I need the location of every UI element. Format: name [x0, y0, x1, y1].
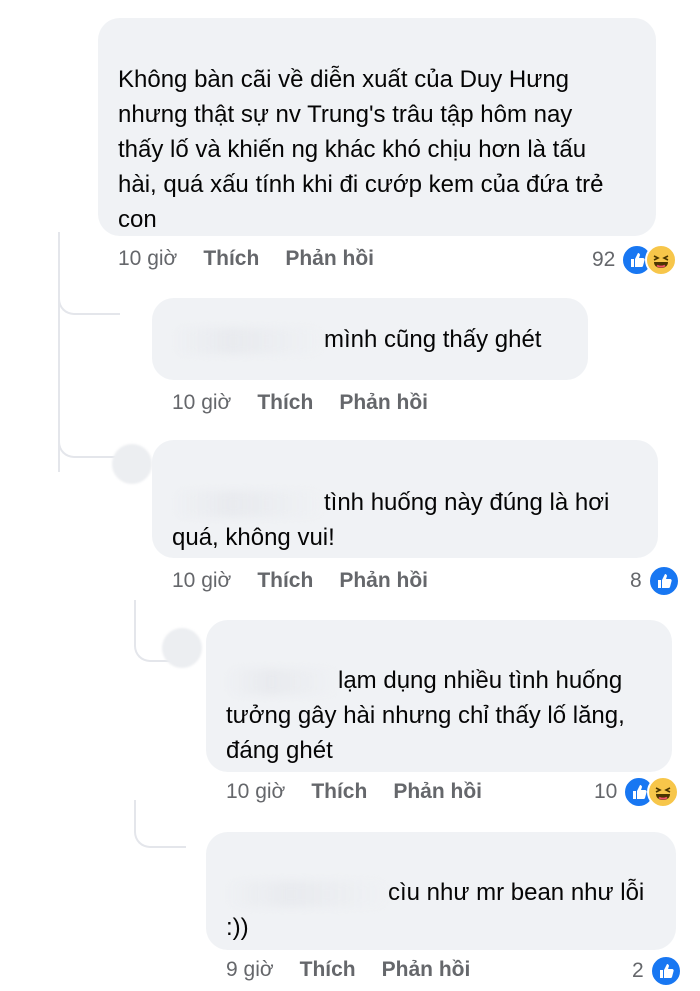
reply-button[interactable]: Phản hồi — [285, 247, 374, 271]
comment-time[interactable]: 10 giờ — [226, 780, 285, 804]
like-button[interactable]: Thích — [203, 247, 259, 271]
reaction-summary[interactable]: 10 — [594, 776, 680, 808]
comment-text-line: tưởng gây hài nhưng chỉ thấy lố lăng, — [226, 702, 625, 729]
comment-text-line: Không bàn cãi về diễn xuất của Duy Hưng — [118, 66, 570, 93]
comment-bubble: mình cũng thấy ghét — [152, 298, 588, 380]
comment-bubble: cìu như mr bean như lỗi :)) — [206, 832, 676, 950]
reaction-summary[interactable]: 2 — [632, 955, 682, 987]
comment-actions: 10 giờ Thích Phản hồi — [226, 780, 482, 804]
comment-text-line: hài, quá xấu tính khi đi cướp kem của đứ… — [118, 171, 604, 198]
comment-text-line: tình huống này đúng là hơi — [324, 489, 610, 516]
avatar[interactable] — [162, 628, 202, 668]
comment-text-line: nhưng thật sự nv Trung's trâu tập hôm na… — [118, 101, 573, 128]
comment-text-line: quá, không vui! — [172, 524, 335, 551]
comment-text-line: :)) — [226, 914, 249, 941]
avatar[interactable] — [112, 444, 152, 484]
thread-connector — [58, 420, 120, 458]
blurred-author-name — [172, 490, 322, 517]
reaction-count: 10 — [594, 780, 618, 803]
comment-actions: 10 giờ Thích Phản hồi — [118, 247, 374, 271]
comment-text-line: con — [118, 206, 157, 233]
reply-button[interactable]: Phản hồi — [393, 780, 482, 804]
reply-button[interactable]: Phản hồi — [382, 958, 471, 982]
blurred-author-name — [172, 327, 322, 354]
comment-actions: 10 giờ Thích Phản hồi — [172, 569, 428, 593]
reply-button[interactable]: Phản hồi — [339, 391, 428, 415]
comment-bubble: Không bàn cãi về diễn xuất của Duy Hưng … — [98, 18, 656, 236]
haha-icon — [647, 776, 680, 808]
comment-bubble: tình huống này đúng là hơi quá, không vu… — [152, 440, 658, 558]
reaction-count: 2 — [632, 959, 644, 982]
comment-text-line: mình cũng thấy ghét — [324, 326, 542, 353]
like-button[interactable]: Thích — [257, 569, 313, 593]
thread-connector — [58, 275, 120, 315]
comment-bubble: lạm dụng nhiều tình huống tưởng gây hài … — [206, 620, 672, 772]
blurred-author-name — [226, 880, 386, 907]
comment-actions: 9 giờ Thích Phản hồi — [226, 958, 470, 982]
reaction-summary[interactable]: 92 — [592, 244, 678, 276]
comment-text-line: thấy lố và khiến ng khác khó chịu hơn là… — [118, 136, 587, 163]
comment-time[interactable]: 10 giờ — [172, 391, 231, 415]
like-icon — [647, 565, 680, 597]
reply-button[interactable]: Phản hồi — [339, 569, 428, 593]
comment-time[interactable]: 10 giờ — [118, 247, 177, 271]
comment-time[interactable]: 9 giờ — [226, 958, 274, 982]
like-button[interactable]: Thích — [300, 958, 356, 982]
thread-connector — [134, 800, 186, 848]
reaction-count: 8 — [630, 569, 642, 592]
reaction-count: 92 — [592, 248, 616, 271]
comment-actions: 10 giờ Thích Phản hồi — [172, 391, 428, 415]
comment-time[interactable]: 10 giờ — [172, 569, 231, 593]
comment-text-line: cìu như mr bean như lỗi — [388, 879, 645, 906]
reaction-summary[interactable]: 8 — [630, 565, 680, 597]
blurred-author-name — [226, 668, 336, 695]
like-button[interactable]: Thích — [311, 780, 367, 804]
like-button[interactable]: Thích — [257, 391, 313, 415]
comment-text-line: đáng ghét — [226, 737, 333, 764]
haha-icon — [645, 244, 678, 276]
comment-text-line: lạm dụng nhiều tình huống — [338, 667, 623, 694]
like-icon — [649, 955, 682, 987]
